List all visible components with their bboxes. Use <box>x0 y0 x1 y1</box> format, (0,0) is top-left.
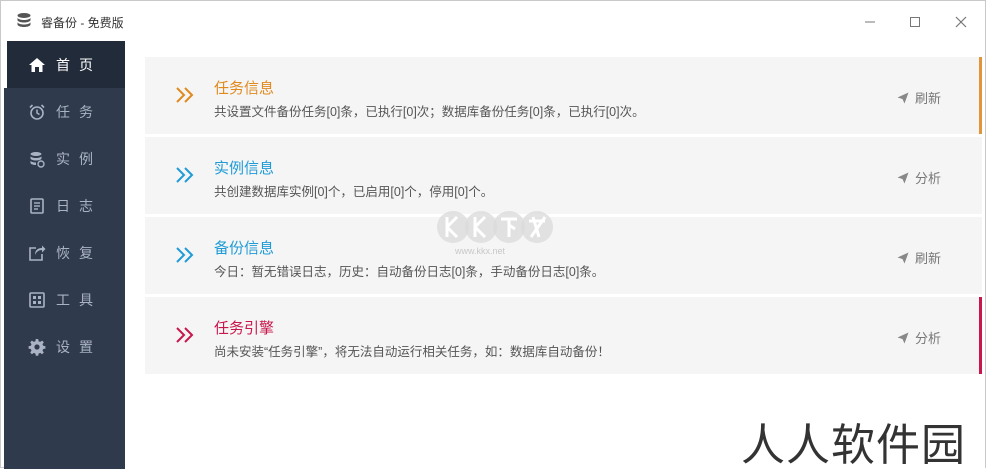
card-accent-bar <box>979 57 982 134</box>
maximize-button[interactable] <box>900 9 930 35</box>
card-title: 任务信息 <box>214 80 275 97</box>
share-export-icon <box>28 244 46 262</box>
alarm-clock-icon <box>28 103 46 121</box>
sidebar-item-label: 任务 <box>56 103 102 120</box>
card-task-engine: 任务引擎 尚未安装“任务引擎”，将无法自动运行相关任务，如：数据库自动备份！ 分… <box>145 297 982 374</box>
sidebar-item-home[interactable]: 首页 <box>4 41 125 88</box>
maximize-icon <box>910 17 920 27</box>
database-stack-icon <box>15 12 33 30</box>
minimize-button[interactable] <box>855 9 885 35</box>
refresh-button[interactable]: 刷新 <box>897 88 941 107</box>
calculator-icon <box>28 291 46 309</box>
send-icon <box>897 252 909 263</box>
sidebar-item-tasks[interactable]: 任务 <box>4 88 125 135</box>
card-description: 共创建数据库实例[0]个，已启用[0]个，停用[0]个。 <box>214 185 494 199</box>
action-label: 刷新 <box>915 91 942 106</box>
action-label: 分析 <box>915 171 942 186</box>
sidebar-item-tools[interactable]: 工具 <box>4 276 125 323</box>
sidebar-item-label: 实例 <box>56 150 102 167</box>
close-icon <box>955 16 967 28</box>
window-title: 睿备份 - 免费版 <box>41 16 124 30</box>
double-chevron-icon <box>175 325 195 345</box>
card-description: 今日：暂无错误日志，历史：自动备份日志[0]条，手动备份日志[0]条。 <box>214 265 605 279</box>
double-chevron-icon <box>175 165 195 185</box>
card-backup-info: 备份信息 今日：暂无错误日志，历史：自动备份日志[0]条，手动备份日志[0]条。… <box>145 217 982 294</box>
title-bar: 睿备份 - 免费版 <box>1 1 985 41</box>
refresh-button[interactable]: 刷新 <box>897 248 941 267</box>
card-instance-info: 实例信息 共创建数据库实例[0]个，已启用[0]个，停用[0]个。 分析 <box>145 137 982 214</box>
app-window: 睿备份 - 免费版 首页 任务 实例 日志 恢复 工具 设置 任务信息 共设置文… <box>0 0 986 471</box>
home-icon <box>28 56 46 74</box>
send-icon <box>897 92 909 103</box>
card-task-info: 任务信息 共设置文件备份任务[0]条，已执行[0]次；数据库备份任务[0]条，已… <box>145 57 982 134</box>
action-label: 分析 <box>915 331 942 346</box>
sidebar-item-label: 设置 <box>56 338 102 355</box>
analyze-button[interactable]: 分析 <box>897 168 941 187</box>
card-title: 实例信息 <box>214 160 275 177</box>
sidebar-item-logs[interactable]: 日志 <box>4 182 125 229</box>
card-title: 备份信息 <box>214 240 275 257</box>
svg-text:www.kkx.net: www.kkx.net <box>454 246 506 256</box>
minimize-icon <box>865 21 875 23</box>
sidebar-item-label: 工具 <box>56 291 102 308</box>
sidebar-item-label: 日志 <box>56 197 102 214</box>
card-description: 尚未安装“任务引擎”，将无法自动运行相关任务，如：数据库自动备份！ <box>214 345 610 359</box>
gear-icon <box>28 338 46 356</box>
double-chevron-icon <box>175 85 195 105</box>
sidebar-item-restore[interactable]: 恢复 <box>4 229 125 276</box>
kk-download-watermark: www.kkx.net <box>435 207 557 257</box>
sidebar-item-instances[interactable]: 实例 <box>4 135 125 182</box>
database-icon <box>28 150 46 168</box>
card-accent-bar <box>979 297 982 374</box>
sidebar-item-label: 恢复 <box>56 244 102 261</box>
site-watermark-text: 人人软件园 <box>741 420 966 471</box>
analyze-button[interactable]: 分析 <box>897 328 941 347</box>
card-description: 共设置文件备份任务[0]条，已执行[0]次；数据库备份任务[0]条，已执行[0]… <box>214 105 645 119</box>
close-button[interactable] <box>946 9 976 35</box>
send-icon <box>897 332 909 343</box>
double-chevron-icon <box>175 245 195 265</box>
document-icon <box>28 197 46 215</box>
sidebar: 首页 任务 实例 日志 恢复 工具 设置 <box>4 41 125 469</box>
send-icon <box>897 172 909 183</box>
action-label: 刷新 <box>915 251 942 266</box>
sidebar-item-label: 首页 <box>56 56 102 73</box>
sidebar-item-settings[interactable]: 设置 <box>4 323 125 370</box>
card-title: 任务引擎 <box>214 320 275 337</box>
